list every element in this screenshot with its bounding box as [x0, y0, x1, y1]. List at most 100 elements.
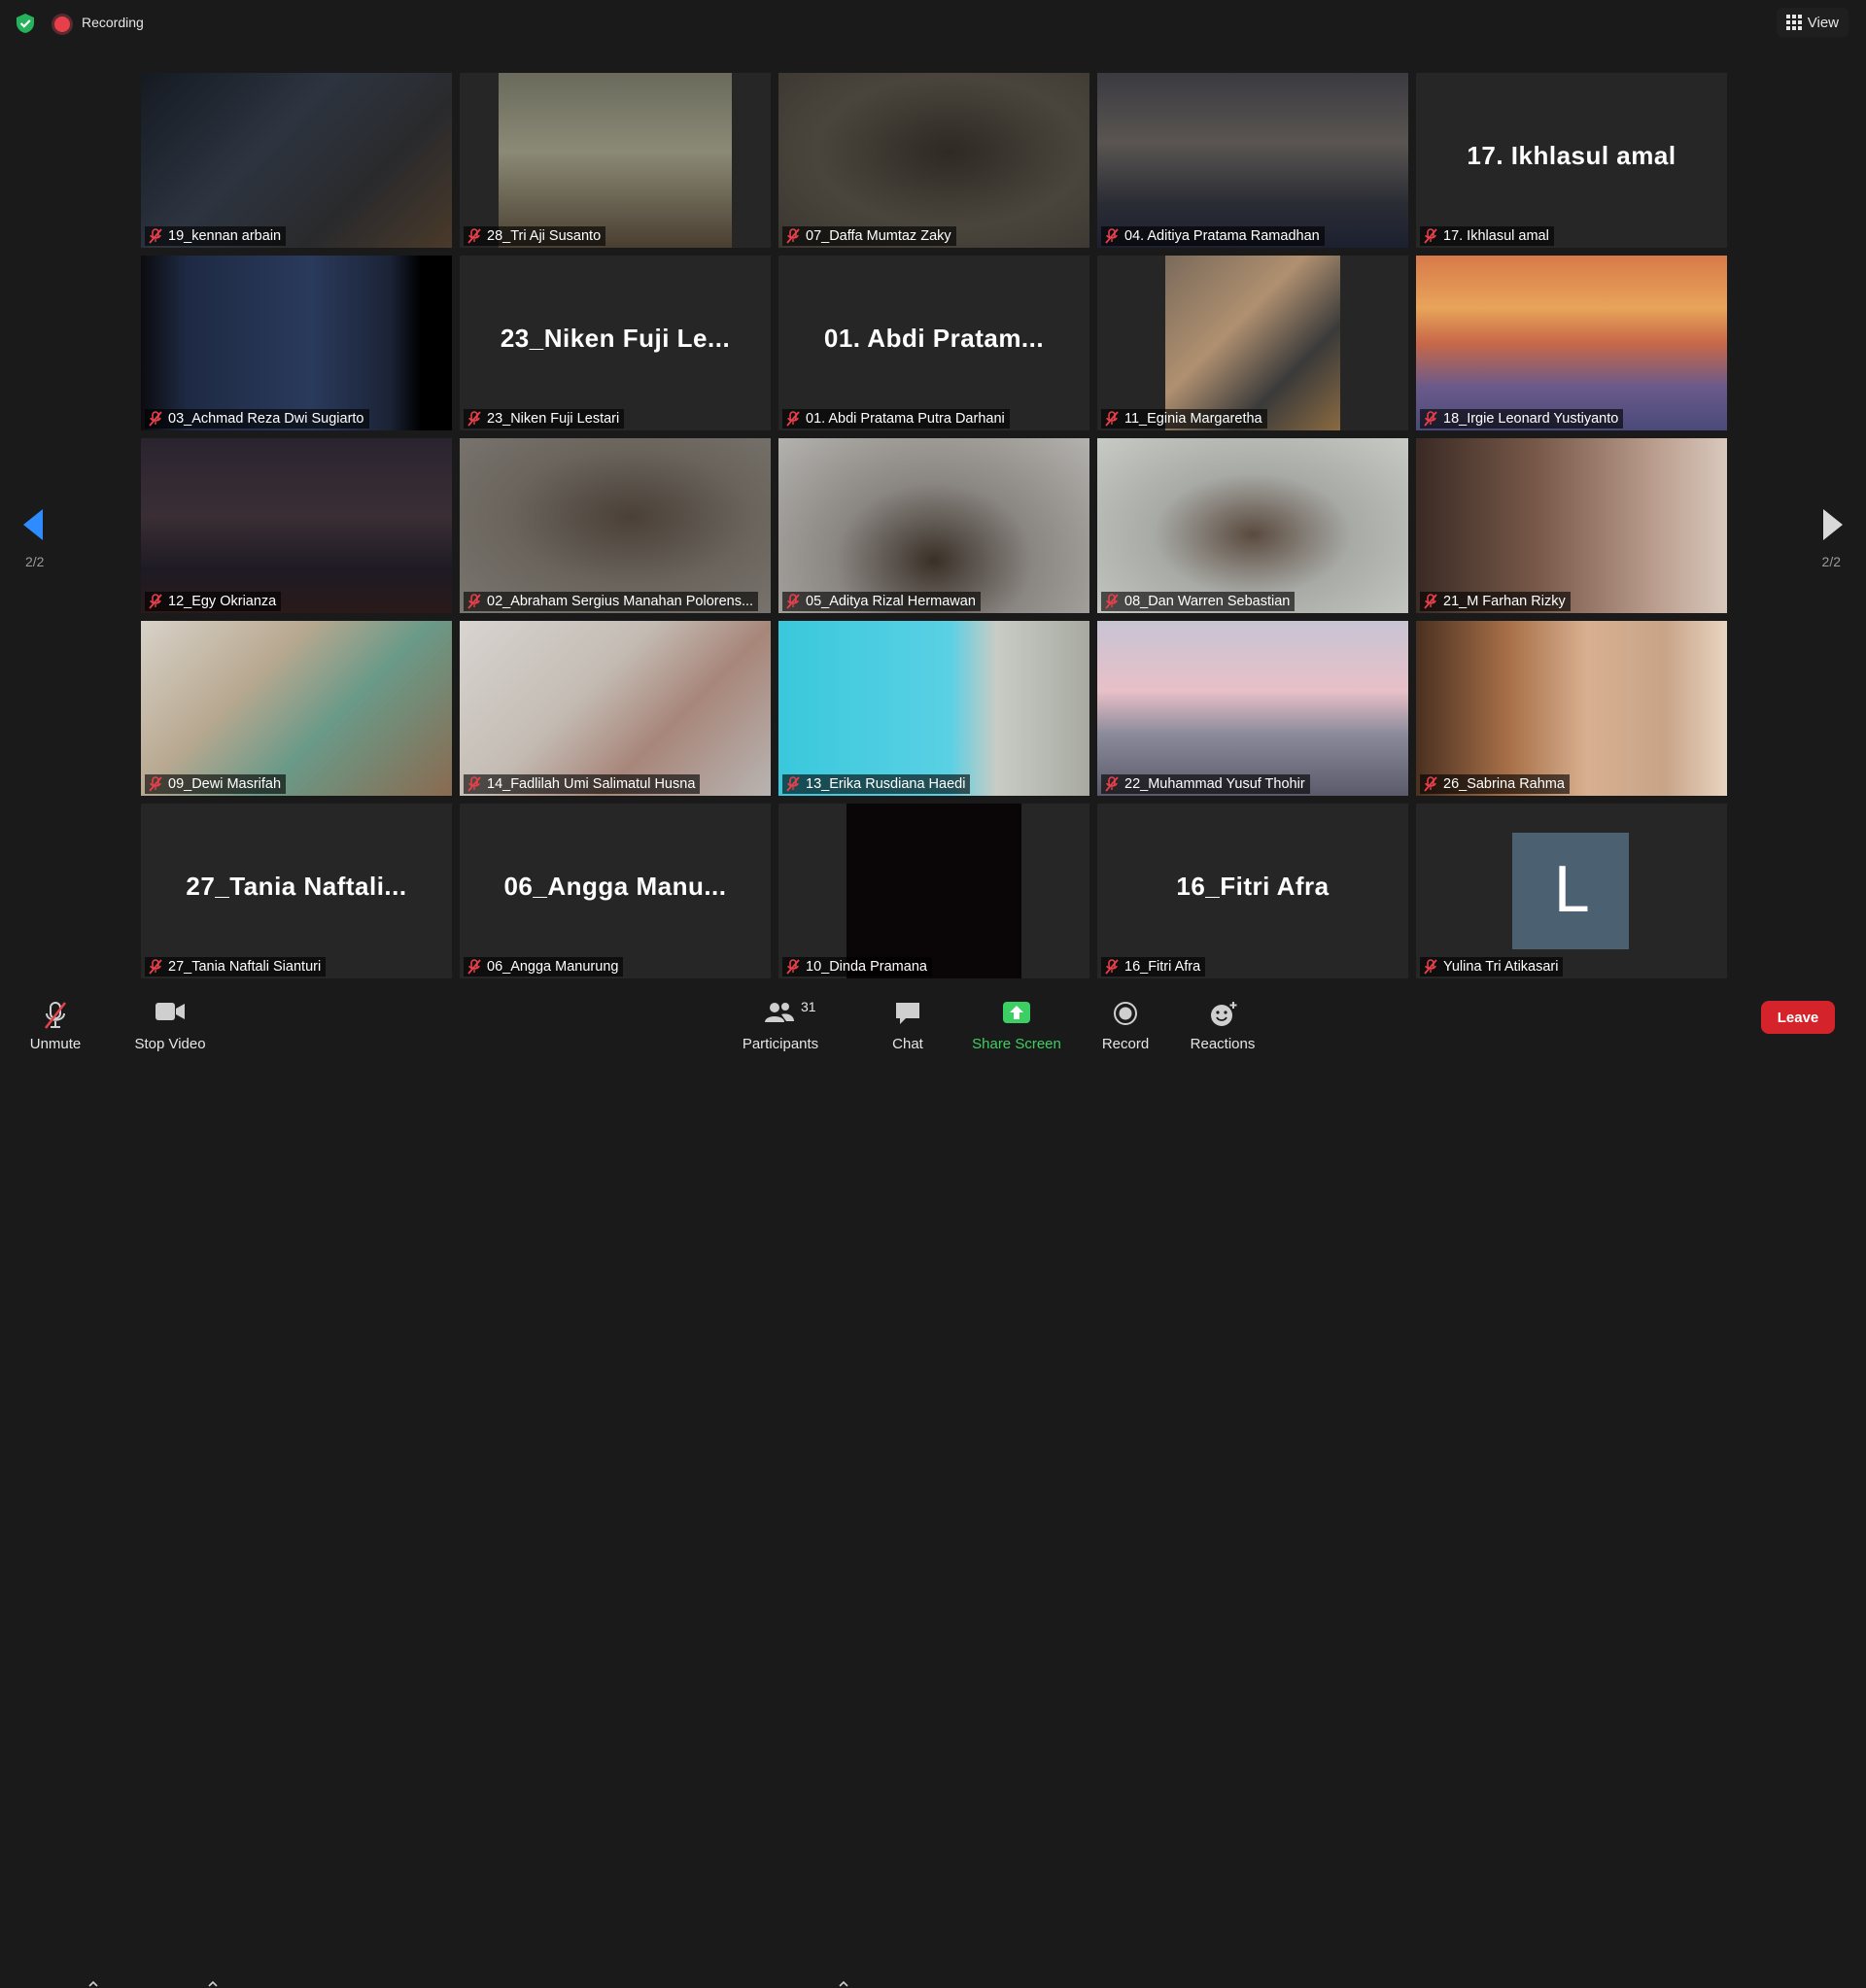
meeting-toolbar: Unmute Stop Video 31 Participants Chat S [0, 981, 1866, 1987]
video-options-caret-icon[interactable] [207, 1980, 219, 1988]
participant-name-label: 17. Ikhlasul amal [1420, 226, 1554, 246]
muted-microphone-icon [467, 411, 481, 427]
muted-microphone-icon [467, 594, 481, 609]
stop-video-label: Stop Video [134, 1036, 206, 1052]
muted-microphone-icon [44, 1002, 67, 1029]
participant-name: 10_Dinda Pramana [806, 959, 927, 975]
participant-tile[interactable]: 02_Abraham Sergius Manahan Polorens... [460, 438, 771, 613]
next-page-arrow-icon[interactable] [1821, 507, 1845, 542]
participant-tile[interactable]: 08_Dan Warren Sebastian [1097, 438, 1408, 613]
reactions-button[interactable]: Reactions [1186, 991, 1260, 1052]
participant-name-label: Yulina Tri Atikasari [1420, 957, 1564, 977]
muted-microphone-icon [467, 776, 481, 792]
video-gallery: 19_kennan arbain 28_Tri Aji Susanto 07_D… [141, 73, 1727, 978]
video-camera-icon [156, 1003, 185, 1020]
reactions-emoji-icon [1211, 1002, 1237, 1026]
participant-name-label: 08_Dan Warren Sebastian [1101, 592, 1296, 611]
participant-tile[interactable]: 13_Erika Rusdiana Haedi [778, 621, 1089, 796]
stop-video-button[interactable]: Stop Video [128, 991, 212, 1052]
participant-tile[interactable]: 05_Aditya Rizal Hermawan [778, 438, 1089, 613]
muted-microphone-icon [467, 228, 481, 244]
audio-options-caret-icon[interactable] [87, 1980, 99, 1988]
participant-tile[interactable]: 22_Muhammad Yusuf Thohir [1097, 621, 1408, 796]
share-screen-button[interactable]: Share Screen [972, 991, 1061, 1052]
participant-tile[interactable]: 01. Abdi Pratam... 01. Abdi Pratama Putr… [778, 256, 1089, 430]
participant-tile[interactable]: 11_Eginia Margaretha [1097, 256, 1408, 430]
security-shield-icon[interactable] [15, 13, 36, 34]
participant-name-label: 22_Muhammad Yusuf Thohir [1101, 774, 1310, 794]
muted-microphone-icon [1105, 411, 1119, 427]
participant-name: 11_Eginia Margaretha [1124, 411, 1262, 427]
participant-video [141, 621, 452, 796]
participant-name: 22_Muhammad Yusuf Thohir [1124, 776, 1305, 792]
participant-video [141, 73, 452, 248]
participant-name: 23_Niken Fuji Lestari [487, 411, 620, 427]
muted-microphone-icon [786, 776, 800, 792]
participant-name-label: 16_Fitri Afra [1101, 957, 1206, 977]
participant-video [141, 256, 452, 430]
participants-label: Participants [742, 1036, 819, 1052]
participant-tile[interactable]: 04. Aditiya Pratama Ramadhan [1097, 73, 1408, 248]
participant-name: 14_Fadlilah Umi Salimatul Husna [487, 776, 696, 792]
unmute-button[interactable]: Unmute [23, 991, 87, 1052]
participant-video [778, 73, 1089, 248]
participant-name: 01. Abdi Pratama Putra Darhani [806, 411, 1005, 427]
muted-microphone-icon [786, 594, 800, 609]
participant-tile[interactable]: 18_Irgie Leonard Yustiyanto [1416, 256, 1727, 430]
participant-tile[interactable]: 07_Daffa Mumtaz Zaky [778, 73, 1089, 248]
participant-name: 17. Ikhlasul amal [1443, 228, 1549, 244]
muted-microphone-icon [1424, 594, 1437, 609]
participant-tile[interactable]: L Yulina Tri Atikasari [1416, 804, 1727, 978]
muted-microphone-icon [1424, 959, 1437, 975]
muted-microphone-icon [149, 594, 162, 609]
participant-name-label: 03_Achmad Reza Dwi Sugiarto [145, 409, 369, 428]
leave-button[interactable]: Leave [1761, 1001, 1835, 1034]
participant-name-label: 14_Fadlilah Umi Salimatul Husna [464, 774, 701, 794]
participants-options-caret-icon[interactable] [838, 1980, 849, 1988]
muted-microphone-icon [1105, 776, 1119, 792]
participant-display-name: 16_Fitri Afra [1176, 872, 1330, 901]
muted-microphone-icon [1424, 776, 1437, 792]
participant-tile[interactable]: 23_Niken Fuji Le... 23_Niken Fuji Lestar… [460, 256, 771, 430]
participant-tile[interactable]: 19_kennan arbain [141, 73, 452, 248]
participant-tile[interactable]: 09_Dewi Masrifah [141, 621, 452, 796]
participant-video [1416, 621, 1727, 796]
participant-display-name: 17. Ikhlasul amal [1467, 141, 1676, 170]
recording-label: Recording [82, 15, 144, 30]
participant-tile[interactable]: 14_Fadlilah Umi Salimatul Husna [460, 621, 771, 796]
participants-icon [765, 1003, 794, 1022]
unmute-label: Unmute [29, 1036, 82, 1052]
participant-name-label: 26_Sabrina Rahma [1420, 774, 1570, 794]
participant-tile[interactable]: 28_Tri Aji Susanto [460, 73, 771, 248]
muted-microphone-icon [786, 228, 800, 244]
muted-microphone-icon [1424, 228, 1437, 244]
previous-page-arrow-icon[interactable] [21, 507, 45, 542]
participant-name-label: 10_Dinda Pramana [782, 957, 932, 977]
participant-tile[interactable]: 03_Achmad Reza Dwi Sugiarto [141, 256, 452, 430]
page-indicator-right: 2/2 [1821, 554, 1841, 569]
view-button[interactable]: View [1776, 8, 1849, 37]
participant-tile[interactable]: 12_Egy Okrianza [141, 438, 452, 613]
muted-microphone-icon [149, 228, 162, 244]
participants-button[interactable]: 31 Participants [739, 991, 822, 1052]
record-button[interactable]: Record [1092, 991, 1158, 1052]
participant-tile[interactable]: 21_M Farhan Rizky [1416, 438, 1727, 613]
participant-name-label: 04. Aditiya Pratama Ramadhan [1101, 226, 1325, 246]
chat-button[interactable]: Chat [879, 991, 937, 1052]
participant-name-label: 21_M Farhan Rizky [1420, 592, 1571, 611]
participant-name: 19_kennan arbain [168, 228, 282, 244]
participant-name: 08_Dan Warren Sebastian [1124, 594, 1291, 609]
participant-tile[interactable]: 17. Ikhlasul amal 17. Ikhlasul amal [1416, 73, 1727, 248]
muted-microphone-icon [1105, 594, 1119, 609]
participant-tile[interactable]: 06_Angga Manu... 06_Angga Manurung [460, 804, 771, 978]
participant-display-name: 27_Tania Naftali... [186, 872, 407, 901]
participant-name: 13_Erika Rusdiana Haedi [806, 776, 966, 792]
participant-tile[interactable]: 16_Fitri Afra 16_Fitri Afra [1097, 804, 1408, 978]
participant-tile[interactable]: 26_Sabrina Rahma [1416, 621, 1727, 796]
reactions-label: Reactions [1190, 1036, 1256, 1052]
participant-name: 07_Daffa Mumtaz Zaky [806, 228, 951, 244]
participant-tile[interactable]: 10_Dinda Pramana [778, 804, 1089, 978]
avatar: L [1512, 833, 1629, 949]
participant-tile[interactable]: 27_Tania Naftali... 27_Tania Naftali Sia… [141, 804, 452, 978]
participant-video [1165, 256, 1340, 430]
